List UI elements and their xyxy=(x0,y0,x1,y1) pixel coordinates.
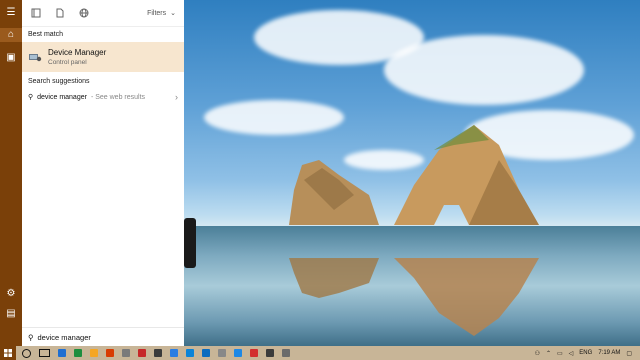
cloud xyxy=(384,35,584,105)
taskbar-app-icon[interactable] xyxy=(250,349,258,357)
device-manager-icon xyxy=(28,51,42,63)
person-silhouette xyxy=(184,218,196,268)
taskbar-app-icon[interactable] xyxy=(266,349,274,357)
best-match-subtitle: Control panel xyxy=(48,59,87,66)
taskbar-app-icon[interactable] xyxy=(138,349,146,357)
start-rail: ☰ ⌂ ▣ ⚙ ▤ xyxy=(0,0,22,346)
best-match-result[interactable]: Device Manager Control panel xyxy=(22,42,184,72)
taskbar-app-icon[interactable] xyxy=(218,349,226,357)
cortana-circle-icon[interactable] xyxy=(22,348,31,358)
web-filter-icon[interactable] xyxy=(78,7,90,19)
clock-time[interactable]: 7:19 AM xyxy=(598,350,620,356)
show-hidden-icons-chevron-icon[interactable]: ⌃ xyxy=(546,350,551,357)
taskbar-app-icon[interactable] xyxy=(234,349,242,357)
language-indicator[interactable]: ENG xyxy=(579,350,592,356)
best-match-heading: Best match xyxy=(28,31,64,38)
volume-icon[interactable]: ◁ xyxy=(569,350,574,357)
people-icon[interactable]: ⚇ xyxy=(535,350,540,357)
taskbar-app-icon[interactable] xyxy=(74,349,82,357)
task-view-icon[interactable] xyxy=(39,349,50,357)
taskbar-app-icon[interactable] xyxy=(282,349,290,357)
rock-formations xyxy=(289,125,539,225)
hamburger-menu-icon[interactable]: ☰ xyxy=(5,7,17,19)
filters-label: Filters xyxy=(147,9,167,17)
taskbar: ⚇ ⌃ ▭ ◁ ENG 7:19 AM ▢ xyxy=(0,346,640,360)
documents-filter-icon[interactable] xyxy=(54,7,66,19)
home-icon[interactable]: ⌂ xyxy=(0,28,22,42)
taskbar-app-icon[interactable] xyxy=(154,349,162,357)
taskbar-app-icon[interactable] xyxy=(186,349,194,357)
notebook-icon[interactable]: ▣ xyxy=(5,52,17,64)
taskbar-app-icon[interactable] xyxy=(90,349,98,357)
feedback-icon[interactable]: ▤ xyxy=(5,308,17,320)
suggestion-text: device manager xyxy=(37,93,87,101)
chevron-down-icon: ⌄ xyxy=(170,10,176,17)
chevron-right-icon: › xyxy=(175,92,178,102)
search-box[interactable]: ⚲ device manager xyxy=(22,327,184,346)
search-suggestions-heading: Search suggestions xyxy=(28,78,90,85)
panel-toolbar: Filters ⌄ xyxy=(22,0,184,27)
notifications-icon[interactable]: ▢ xyxy=(626,350,632,357)
rock-reflection xyxy=(289,258,539,336)
suggestion-subtext: - See web results xyxy=(90,93,146,101)
search-input[interactable]: device manager xyxy=(38,333,91,342)
taskbar-app-icon[interactable] xyxy=(106,349,114,357)
desktop-wallpaper xyxy=(184,0,640,346)
search-results-panel: Filters ⌄ Best match Device Manager Cont… xyxy=(22,0,184,346)
best-match-title: Device Manager xyxy=(48,48,107,57)
taskbar-app-icon[interactable] xyxy=(58,349,66,357)
network-icon[interactable]: ▭ xyxy=(557,350,563,357)
filters-dropdown[interactable]: Filters ⌄ xyxy=(147,9,176,18)
taskbar-pinned-apps xyxy=(16,348,290,358)
start-button[interactable] xyxy=(0,346,16,360)
taskbar-app-icon[interactable] xyxy=(170,349,178,357)
system-tray: ⚇ ⌃ ▭ ◁ ENG 7:19 AM ▢ xyxy=(535,350,640,357)
settings-gear-icon[interactable]: ⚙ xyxy=(5,288,17,300)
search-icon: ⚲ xyxy=(28,94,34,101)
suggestion-item[interactable]: ⚲ device manager - See web results › xyxy=(22,89,184,105)
taskbar-app-icon[interactable] xyxy=(122,349,130,357)
taskbar-app-icon[interactable] xyxy=(202,349,210,357)
search-icon: ⚲ xyxy=(28,332,34,342)
apps-filter-icon[interactable] xyxy=(30,7,42,19)
